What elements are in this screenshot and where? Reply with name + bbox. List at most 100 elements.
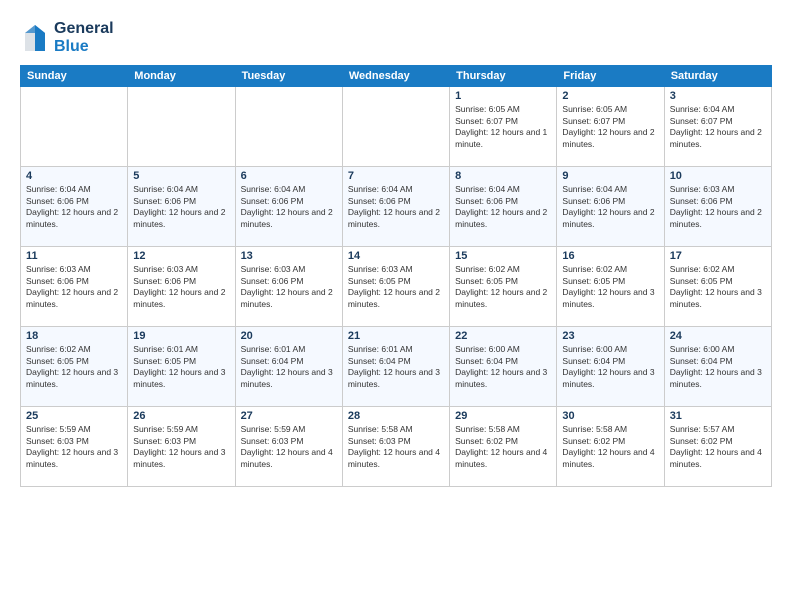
calendar-cell: 21 Sunrise: 6:01 AMSunset: 6:04 PMDayligh…	[342, 327, 449, 407]
day-info: Sunrise: 6:02 AMSunset: 6:05 PMDaylight:…	[455, 264, 551, 310]
day-info: Sunrise: 6:03 AMSunset: 6:06 PMDaylight:…	[133, 264, 229, 310]
day-number: 18	[26, 330, 122, 342]
weekday-header-tuesday: Tuesday	[235, 66, 342, 87]
calendar-cell: 4 Sunrise: 6:04 AMSunset: 6:06 PMDaylight…	[21, 167, 128, 247]
logo: GeneralBlue	[20, 20, 114, 55]
day-number: 8	[455, 170, 551, 182]
day-number: 25	[26, 410, 122, 422]
weekday-header-wednesday: Wednesday	[342, 66, 449, 87]
day-info: Sunrise: 5:59 AMSunset: 6:03 PMDaylight:…	[241, 424, 337, 470]
logo-icon	[20, 23, 50, 53]
day-info: Sunrise: 6:03 AMSunset: 6:05 PMDaylight:…	[348, 264, 444, 310]
day-number: 23	[562, 330, 658, 342]
day-info: Sunrise: 6:04 AMSunset: 6:06 PMDaylight:…	[455, 184, 551, 230]
calendar-cell: 30 Sunrise: 5:58 AMSunset: 6:02 PMDayligh…	[557, 407, 664, 487]
day-number: 11	[26, 250, 122, 262]
day-number: 26	[133, 410, 229, 422]
logo-text: GeneralBlue	[54, 20, 114, 55]
day-info: Sunrise: 5:57 AMSunset: 6:02 PMDaylight:…	[670, 424, 766, 470]
calendar-cell: 15 Sunrise: 6:02 AMSunset: 6:05 PMDayligh…	[450, 247, 557, 327]
weekday-header-friday: Friday	[557, 66, 664, 87]
day-number: 4	[26, 170, 122, 182]
calendar-cell: 25 Sunrise: 5:59 AMSunset: 6:03 PMDayligh…	[21, 407, 128, 487]
day-info: Sunrise: 6:03 AMSunset: 6:06 PMDaylight:…	[670, 184, 766, 230]
day-info: Sunrise: 6:01 AMSunset: 6:04 PMDaylight:…	[348, 344, 444, 390]
calendar-cell: 18 Sunrise: 6:02 AMSunset: 6:05 PMDayligh…	[21, 327, 128, 407]
day-info: Sunrise: 6:01 AMSunset: 6:05 PMDaylight:…	[133, 344, 229, 390]
calendar-cell: 28 Sunrise: 5:58 AMSunset: 6:03 PMDayligh…	[342, 407, 449, 487]
calendar-cell: 24 Sunrise: 6:00 AMSunset: 6:04 PMDayligh…	[664, 327, 771, 407]
day-info: Sunrise: 6:03 AMSunset: 6:06 PMDaylight:…	[26, 264, 122, 310]
calendar-cell: 9Sunrise: 6:04 AMSunset: 6:06 PMDaylight…	[557, 167, 664, 247]
day-number: 31	[670, 410, 766, 422]
calendar-cell: 1 Sunrise: 6:05 AMSunset: 6:07 PMDaylight…	[450, 87, 557, 167]
day-number: 27	[241, 410, 337, 422]
weekday-header-saturday: Saturday	[664, 66, 771, 87]
day-info: Sunrise: 5:59 AMSunset: 6:03 PMDaylight:…	[133, 424, 229, 470]
calendar-week-2: 4 Sunrise: 6:04 AMSunset: 6:06 PMDaylight…	[21, 167, 772, 247]
calendar-cell: 20 Sunrise: 6:01 AMSunset: 6:04 PMDayligh…	[235, 327, 342, 407]
day-info: Sunrise: 5:58 AMSunset: 6:02 PMDaylight:…	[455, 424, 551, 470]
calendar-cell	[235, 87, 342, 167]
day-info: Sunrise: 6:00 AMSunset: 6:04 PMDaylight:…	[455, 344, 551, 390]
day-info: Sunrise: 5:59 AMSunset: 6:03 PMDaylight:…	[26, 424, 122, 470]
day-info: Sunrise: 6:04 AMSunset: 6:07 PMDaylight:…	[670, 104, 766, 150]
day-number: 15	[455, 250, 551, 262]
day-info: Sunrise: 6:03 AMSunset: 6:06 PMDaylight:…	[241, 264, 337, 310]
calendar-cell: 11 Sunrise: 6:03 AMSunset: 6:06 PMDayligh…	[21, 247, 128, 327]
calendar-cell: 5 Sunrise: 6:04 AMSunset: 6:06 PMDaylight…	[128, 167, 235, 247]
day-number: 30	[562, 410, 658, 422]
day-info: Sunrise: 6:00 AMSunset: 6:04 PMDaylight:…	[670, 344, 766, 390]
calendar-cell: 14 Sunrise: 6:03 AMSunset: 6:05 PMDayligh…	[342, 247, 449, 327]
calendar-week-5: 25 Sunrise: 5:59 AMSunset: 6:03 PMDayligh…	[21, 407, 772, 487]
day-info: Sunrise: 6:00 AMSunset: 6:04 PMDaylight:…	[562, 344, 658, 390]
weekday-header-monday: Monday	[128, 66, 235, 87]
day-info: Sunrise: 6:04 AMSunset: 6:06 PMDaylight:…	[241, 184, 337, 230]
calendar-cell: 27 Sunrise: 5:59 AMSunset: 6:03 PMDayligh…	[235, 407, 342, 487]
day-info: Sunrise: 6:05 AMSunset: 6:07 PMDaylight:…	[562, 104, 658, 150]
calendar-week-1: 1 Sunrise: 6:05 AMSunset: 6:07 PMDaylight…	[21, 87, 772, 167]
day-info: Sunrise: 6:05 AMSunset: 6:07 PMDaylight:…	[455, 104, 551, 150]
day-number: 16	[562, 250, 658, 262]
calendar-cell: 19 Sunrise: 6:01 AMSunset: 6:05 PMDayligh…	[128, 327, 235, 407]
day-number: 3	[670, 90, 766, 102]
calendar-header-row: SundayMondayTuesdayWednesdayThursdayFrid…	[21, 66, 772, 87]
day-info: Sunrise: 6:04 AMSunset: 6:06 PMDaylight:…	[348, 184, 444, 230]
day-number: 22	[455, 330, 551, 342]
day-number: 7	[348, 170, 444, 182]
weekday-header-sunday: Sunday	[21, 66, 128, 87]
calendar-cell: 31 Sunrise: 5:57 AMSunset: 6:02 PMDayligh…	[664, 407, 771, 487]
calendar-cell: 3 Sunrise: 6:04 AMSunset: 6:07 PMDaylight…	[664, 87, 771, 167]
day-info: Sunrise: 5:58 AMSunset: 6:03 PMDaylight:…	[348, 424, 444, 470]
day-number: 24	[670, 330, 766, 342]
calendar-table: SundayMondayTuesdayWednesdayThursdayFrid…	[20, 65, 772, 487]
day-number: 12	[133, 250, 229, 262]
calendar-cell: 8 Sunrise: 6:04 AMSunset: 6:06 PMDaylight…	[450, 167, 557, 247]
calendar-cell: 17Sunrise: 6:02 AMSunset: 6:05 PMDayligh…	[664, 247, 771, 327]
day-info: Sunrise: 6:02 AMSunset: 6:05 PMDaylight:…	[26, 344, 122, 390]
day-number: 1	[455, 90, 551, 102]
day-number: 19	[133, 330, 229, 342]
day-number: 2	[562, 90, 658, 102]
day-info: Sunrise: 6:04 AMSunset: 6:06 PMDaylight:…	[562, 184, 658, 230]
calendar-cell: 16 Sunrise: 6:02 AMSunset: 6:05 PMDayligh…	[557, 247, 664, 327]
day-info: Sunrise: 6:04 AMSunset: 6:06 PMDaylight:…	[133, 184, 229, 230]
day-number: 28	[348, 410, 444, 422]
calendar-cell	[128, 87, 235, 167]
page: GeneralBlue SundayMondayTuesdayWednesday…	[0, 0, 792, 612]
day-number: 5	[133, 170, 229, 182]
day-number: 14	[348, 250, 444, 262]
calendar-cell: 26 Sunrise: 5:59 AMSunset: 6:03 PMDayligh…	[128, 407, 235, 487]
day-info: Sunrise: 6:04 AMSunset: 6:06 PMDaylight:…	[26, 184, 122, 230]
day-info: Sunrise: 6:02 AMSunset: 6:05 PMDaylight:…	[562, 264, 658, 310]
calendar-cell: 2 Sunrise: 6:05 AMSunset: 6:07 PMDaylight…	[557, 87, 664, 167]
day-number: 20	[241, 330, 337, 342]
calendar-cell: 22 Sunrise: 6:00 AMSunset: 6:04 PMDayligh…	[450, 327, 557, 407]
day-info: Sunrise: 6:01 AMSunset: 6:04 PMDaylight:…	[241, 344, 337, 390]
day-number: 10	[670, 170, 766, 182]
day-number: 13	[241, 250, 337, 262]
day-info: Sunrise: 6:02 AMSunset: 6:05 PMDaylight:…	[670, 264, 766, 310]
day-info: Sunrise: 5:58 AMSunset: 6:02 PMDaylight:…	[562, 424, 658, 470]
weekday-header-thursday: Thursday	[450, 66, 557, 87]
day-number: 21	[348, 330, 444, 342]
